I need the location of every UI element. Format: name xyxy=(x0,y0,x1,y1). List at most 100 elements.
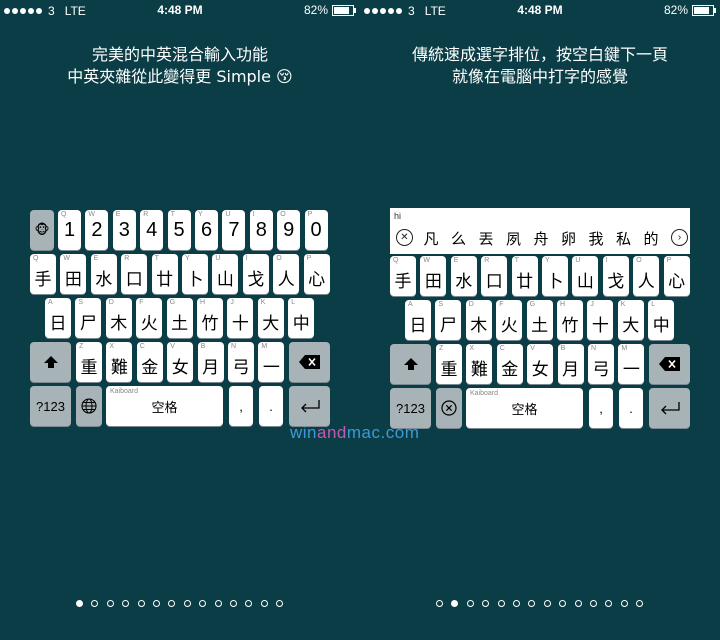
number-key[interactable]: Q1 xyxy=(58,210,81,250)
page-dot[interactable] xyxy=(276,600,284,607)
cangjie-key[interactable]: Z重 xyxy=(76,342,102,382)
cangjie-key[interactable]: T廿 xyxy=(511,256,538,296)
number-key[interactable]: P0 xyxy=(304,210,328,250)
page-dot[interactable] xyxy=(230,600,237,607)
page-dot[interactable] xyxy=(436,600,443,607)
cangjie-key[interactable]: F火 xyxy=(496,300,523,340)
page-dot[interactable] xyxy=(528,600,536,607)
cangjie-key[interactable]: H竹 xyxy=(557,300,583,340)
page-dot[interactable] xyxy=(183,600,191,607)
delete-button[interactable] xyxy=(649,344,690,384)
cangjie-key[interactable]: A日 xyxy=(45,298,71,338)
page-dot[interactable] xyxy=(91,600,99,607)
cangjie-key[interactable]: S尸 xyxy=(75,298,102,338)
cangjie-key[interactable]: V女 xyxy=(527,344,554,384)
number-key[interactable]: W2 xyxy=(85,210,109,250)
globe-button[interactable] xyxy=(76,386,102,426)
cangjie-key[interactable]: J十 xyxy=(587,300,614,340)
candidate-item[interactable]: 我 xyxy=(585,228,607,249)
candidate-item[interactable]: 私 xyxy=(613,228,635,249)
return-button[interactable] xyxy=(289,386,330,426)
number-key[interactable]: E3 xyxy=(112,210,136,250)
cangjie-key[interactable]: X難 xyxy=(106,342,133,382)
cangjie-key[interactable]: U山 xyxy=(212,254,239,294)
page-dot[interactable] xyxy=(497,600,505,607)
cangjie-key[interactable]: G土 xyxy=(526,300,553,340)
page-dot[interactable] xyxy=(482,600,490,607)
cangjie-key[interactable]: G土 xyxy=(166,298,193,338)
page-dot[interactable] xyxy=(574,600,582,607)
page-dot[interactable] xyxy=(559,600,567,607)
cangjie-key[interactable]: Q手 xyxy=(390,256,416,296)
number-key[interactable]: O9 xyxy=(277,210,301,250)
cangjie-key[interactable]: N弓 xyxy=(228,342,254,382)
cangjie-key[interactable]: R口 xyxy=(121,254,148,294)
period-key[interactable]: . xyxy=(619,388,643,428)
page-dot[interactable] xyxy=(168,600,176,607)
cangjie-key[interactable]: V女 xyxy=(167,342,194,382)
close-circle-icon[interactable]: ✕ xyxy=(396,229,413,246)
cangjie-key[interactable]: K大 xyxy=(257,298,284,338)
candidate-item[interactable]: 凡 xyxy=(420,228,442,249)
cangjie-key[interactable]: U山 xyxy=(572,256,599,296)
cangjie-key[interactable]: A日 xyxy=(405,300,431,340)
number-key[interactable]: U7 xyxy=(222,210,246,250)
number-key[interactable]: Y6 xyxy=(195,210,218,250)
page-dot[interactable] xyxy=(214,600,222,607)
candidate-item[interactable]: 卵 xyxy=(558,228,580,249)
page-dot[interactable] xyxy=(543,600,551,607)
cangjie-key[interactable]: K大 xyxy=(617,300,644,340)
cangjie-key[interactable]: Z重 xyxy=(436,344,462,384)
space-button[interactable]: Kaiboard 空格 xyxy=(466,388,583,428)
page-dot[interactable] xyxy=(620,600,628,607)
page-dot[interactable] xyxy=(513,600,520,607)
emoji-key[interactable]: 🐵 xyxy=(30,210,54,250)
cangjie-key[interactable]: H竹 xyxy=(197,298,223,338)
return-button[interactable] xyxy=(649,388,690,428)
cangjie-key[interactable]: P心 xyxy=(303,254,330,294)
cangjie-key[interactable]: L中 xyxy=(288,298,315,338)
page-dot[interactable] xyxy=(245,600,253,607)
page-dot[interactable] xyxy=(76,600,83,607)
mode-switch-button[interactable]: ?123 xyxy=(30,386,71,426)
comma-key[interactable]: , xyxy=(589,388,613,428)
candidate-item[interactable]: 夙 xyxy=(503,228,525,249)
cangjie-key[interactable]: M一 xyxy=(618,344,645,384)
period-key[interactable]: . xyxy=(259,386,283,426)
number-key[interactable]: R4 xyxy=(140,210,164,250)
cangjie-key[interactable]: Y卜 xyxy=(182,254,208,294)
mode-switch-button[interactable]: ?123 xyxy=(390,388,431,428)
cangjie-key[interactable]: N弓 xyxy=(588,344,614,384)
candidate-item[interactable]: 么 xyxy=(448,228,470,249)
cangjie-key[interactable]: C金 xyxy=(496,344,523,384)
cangjie-key[interactable]: F火 xyxy=(136,298,163,338)
cangjie-key[interactable]: E水 xyxy=(90,254,117,294)
cangjie-key[interactable]: O人 xyxy=(273,254,300,294)
cangjie-key[interactable]: D木 xyxy=(105,298,132,338)
page-dot[interactable] xyxy=(636,600,644,607)
cangjie-key[interactable]: S尸 xyxy=(435,300,462,340)
cangjie-key[interactable]: C金 xyxy=(136,342,163,382)
cangjie-key[interactable]: I戈 xyxy=(242,254,269,294)
candidate-item[interactable]: 舟 xyxy=(530,228,552,249)
cangjie-key[interactable]: W田 xyxy=(420,256,447,296)
cangjie-key[interactable]: B月 xyxy=(557,344,584,384)
page-dot[interactable] xyxy=(137,600,145,607)
cangjie-key[interactable]: E水 xyxy=(450,256,477,296)
candidate-item[interactable]: 丟 xyxy=(475,228,497,249)
page-dot[interactable] xyxy=(122,600,130,607)
shift-button[interactable] xyxy=(30,342,71,382)
page-dot[interactable] xyxy=(605,600,613,607)
number-key[interactable]: I8 xyxy=(249,210,273,250)
cangjie-key[interactable]: L中 xyxy=(648,300,675,340)
cangjie-key[interactable]: R口 xyxy=(481,256,508,296)
cangjie-key[interactable]: I戈 xyxy=(602,256,629,296)
cangjie-key[interactable]: Q手 xyxy=(30,254,56,294)
clear-button[interactable] xyxy=(436,388,462,428)
shift-button[interactable] xyxy=(390,344,431,384)
cangjie-key[interactable]: X難 xyxy=(466,344,493,384)
page-dot[interactable] xyxy=(260,600,268,607)
cangjie-key[interactable]: M一 xyxy=(258,342,285,382)
page-dot[interactable] xyxy=(106,600,114,607)
page-dot[interactable] xyxy=(466,600,474,607)
